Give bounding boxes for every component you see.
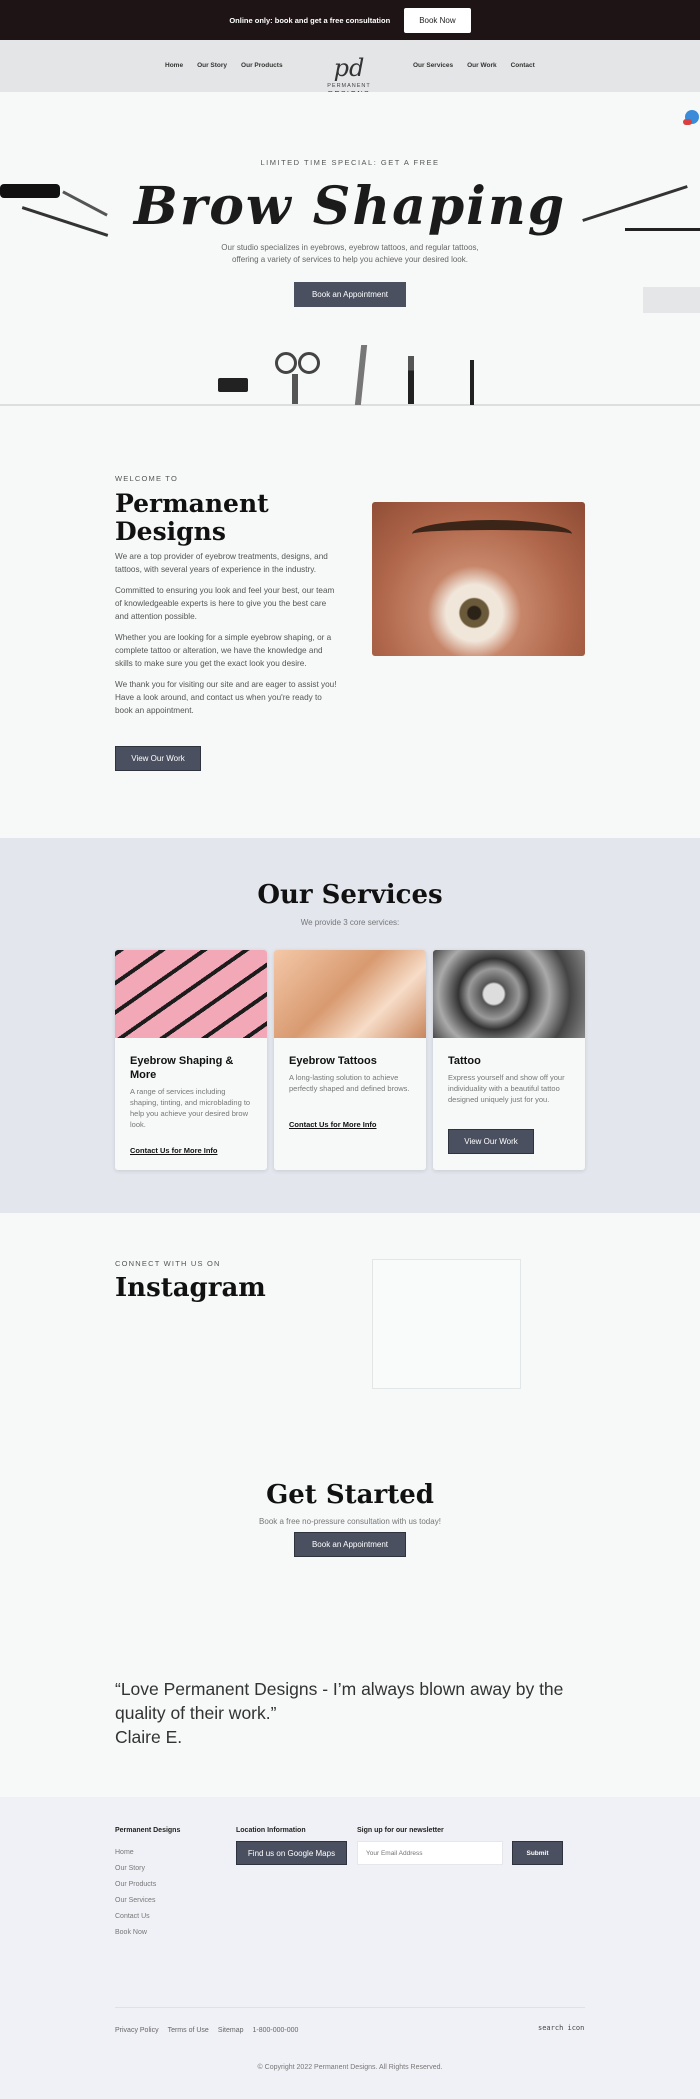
services-section: Our Services We provide 3 core services:… (0, 838, 700, 1213)
contact-us-link[interactable]: Contact Us for More Info (289, 1120, 377, 1129)
sitemap-link[interactable]: Sitemap (218, 2027, 244, 2034)
footer-divider (115, 2007, 585, 2008)
nav-right-group: Our Services Our Work Contact (413, 62, 535, 69)
google-maps-button[interactable]: Find us on Google Maps (236, 1841, 347, 1865)
logo-mark: pd (333, 54, 365, 82)
instagram-feed-embed[interactable] (372, 1259, 521, 1389)
service-card-eyebrow-shaping: Eyebrow Shaping & More A range of servic… (115, 950, 267, 1170)
footer-brand-heading: Permanent Designs (115, 1827, 181, 1834)
about-paragraph: We thank you for visiting our site and a… (115, 680, 337, 715)
nav-home[interactable]: Home (165, 62, 183, 69)
brush-image (408, 356, 414, 404)
terms-of-use-link[interactable]: Terms of Use (168, 2027, 209, 2034)
about-paragraph: We are a top provider of eyebrow treatme… (115, 552, 328, 574)
about-body: We are a top provider of eyebrow treatme… (115, 550, 340, 725)
comb-image (218, 378, 248, 392)
service-card-tattoo: Tattoo Express yourself and show off you… (433, 950, 585, 1170)
about-paragraph: Whether you are looking for a simple eye… (115, 633, 332, 668)
instagram-section: CONNECT WITH US ON Instagram (0, 1213, 700, 1403)
service-card-title: Tattoo (448, 1055, 481, 1067)
eyebrow-shape (412, 520, 572, 548)
about-kicker: WELCOME TO (115, 474, 178, 483)
eye-closeup-image (372, 502, 585, 656)
announcement-bar: Online only: book and get a free consult… (0, 0, 700, 40)
testimonial-quote: “Love Permanent Designs - I’m always blo… (115, 1679, 564, 1723)
hero-section: LIMITED TIME SPECIAL: GET A FREE Brow Sh… (0, 92, 700, 406)
newsletter-submit-button[interactable]: Submit (512, 1841, 563, 1865)
hero-kicker: LIMITED TIME SPECIAL: GET A FREE (260, 158, 440, 167)
newsletter-email-field[interactable] (357, 1841, 503, 1865)
get-started-section: Get Started Book a free no-pressure cons… (0, 1470, 700, 1590)
search-icon[interactable]: search icon (538, 2024, 584, 2032)
testimonial: “Love Permanent Designs - I’m always blo… (115, 1677, 595, 1749)
nav-our-story[interactable]: Our Story (197, 62, 227, 69)
get-started-title: Get Started (266, 1480, 434, 1510)
footer-link-home[interactable]: Home (115, 1849, 156, 1856)
site-footer: Permanent Designs Home Our Story Our Pro… (0, 1797, 700, 2099)
footer-link-our-products[interactable]: Our Products (115, 1881, 156, 1888)
nav-our-services[interactable]: Our Services (413, 62, 453, 69)
scissors-image (298, 352, 320, 374)
contact-us-link[interactable]: Contact Us for More Info (130, 1146, 218, 1155)
service-card-title: Eyebrow Shaping & More (130, 1055, 234, 1081)
service-card-eyebrow-tattoos: Eyebrow Tattoos A long-lasting solution … (274, 950, 426, 1170)
nav-our-products[interactable]: Our Products (241, 62, 283, 69)
scissors-image (275, 352, 297, 374)
phone-link[interactable]: 1-800-000-000 (253, 2027, 299, 2034)
footer-link-contact-us[interactable]: Contact Us (115, 1913, 156, 1920)
face-closeup-image (274, 950, 426, 1038)
services-subtitle: We provide 3 core services: (300, 918, 400, 927)
tattoo-image (433, 950, 585, 1038)
instagram-kicker: CONNECT WITH US ON (115, 1259, 221, 1268)
footer-link-book-now[interactable]: Book Now (115, 1929, 156, 1936)
service-card-description: A range of services including shaping, t… (130, 1087, 251, 1129)
newsletter-heading: Sign up for our newsletter (357, 1827, 444, 1834)
book-now-button[interactable]: Book Now (404, 7, 471, 33)
view-our-work-button[interactable]: View Our Work (115, 746, 201, 771)
pen-image (470, 360, 474, 405)
footer-link-our-story[interactable]: Our Story (115, 1865, 156, 1872)
scissors-blade-image (292, 374, 298, 404)
hero-title: Brow Shaping (133, 176, 567, 237)
nav-our-work[interactable]: Our Work (467, 62, 497, 69)
side-tab[interactable] (643, 287, 700, 313)
service-card-title: Eyebrow Tattoos (289, 1055, 377, 1067)
privacy-policy-link[interactable]: Privacy Policy (115, 2027, 159, 2034)
service-card-description: Express yourself and show off your indiv… (448, 1073, 565, 1104)
about-paragraph: Committed to ensuring you look and feel … (115, 586, 335, 621)
about-section: WELCOME TO Permanent Designs We are a to… (0, 408, 700, 838)
location-heading: Location Information (236, 1827, 306, 1834)
notification-badge (683, 119, 692, 125)
footer-link-our-services[interactable]: Our Services (115, 1897, 156, 1904)
nav-contact[interactable]: Contact (511, 62, 535, 69)
brushes-image (115, 950, 267, 1038)
services-title: Our Services (257, 880, 443, 910)
footer-bottom-links: Privacy Policy Terms of Use Sitemap 1-80… (115, 2027, 298, 2034)
service-card-description: A long-lasting solution to achieve perfe… (289, 1073, 410, 1093)
book-appointment-button[interactable]: Book an Appointment (294, 1532, 406, 1557)
footer-links: Home Our Story Our Products Our Services… (115, 1849, 156, 1936)
hero-book-appointment-button[interactable]: Book an Appointment (294, 282, 406, 307)
copyright-text: © Copyright 2022 Permanent Designs. All … (257, 2064, 443, 2071)
nav-left-group: Home Our Story Our Products (165, 62, 283, 69)
get-started-subtitle: Book a free no-pressure consultation wit… (259, 1517, 441, 1526)
hero-description: Our studio specializes in eyebrows, eyeb… (221, 243, 479, 264)
announcement-text: Online only: book and get a free consult… (229, 15, 391, 25)
tweezers-image (354, 345, 368, 405)
testimonial-author: Claire E. (115, 1727, 183, 1747)
instagram-title: Instagram (115, 1273, 266, 1303)
view-our-work-button[interactable]: View Our Work (448, 1129, 534, 1154)
about-title: Permanent Designs (115, 489, 269, 546)
